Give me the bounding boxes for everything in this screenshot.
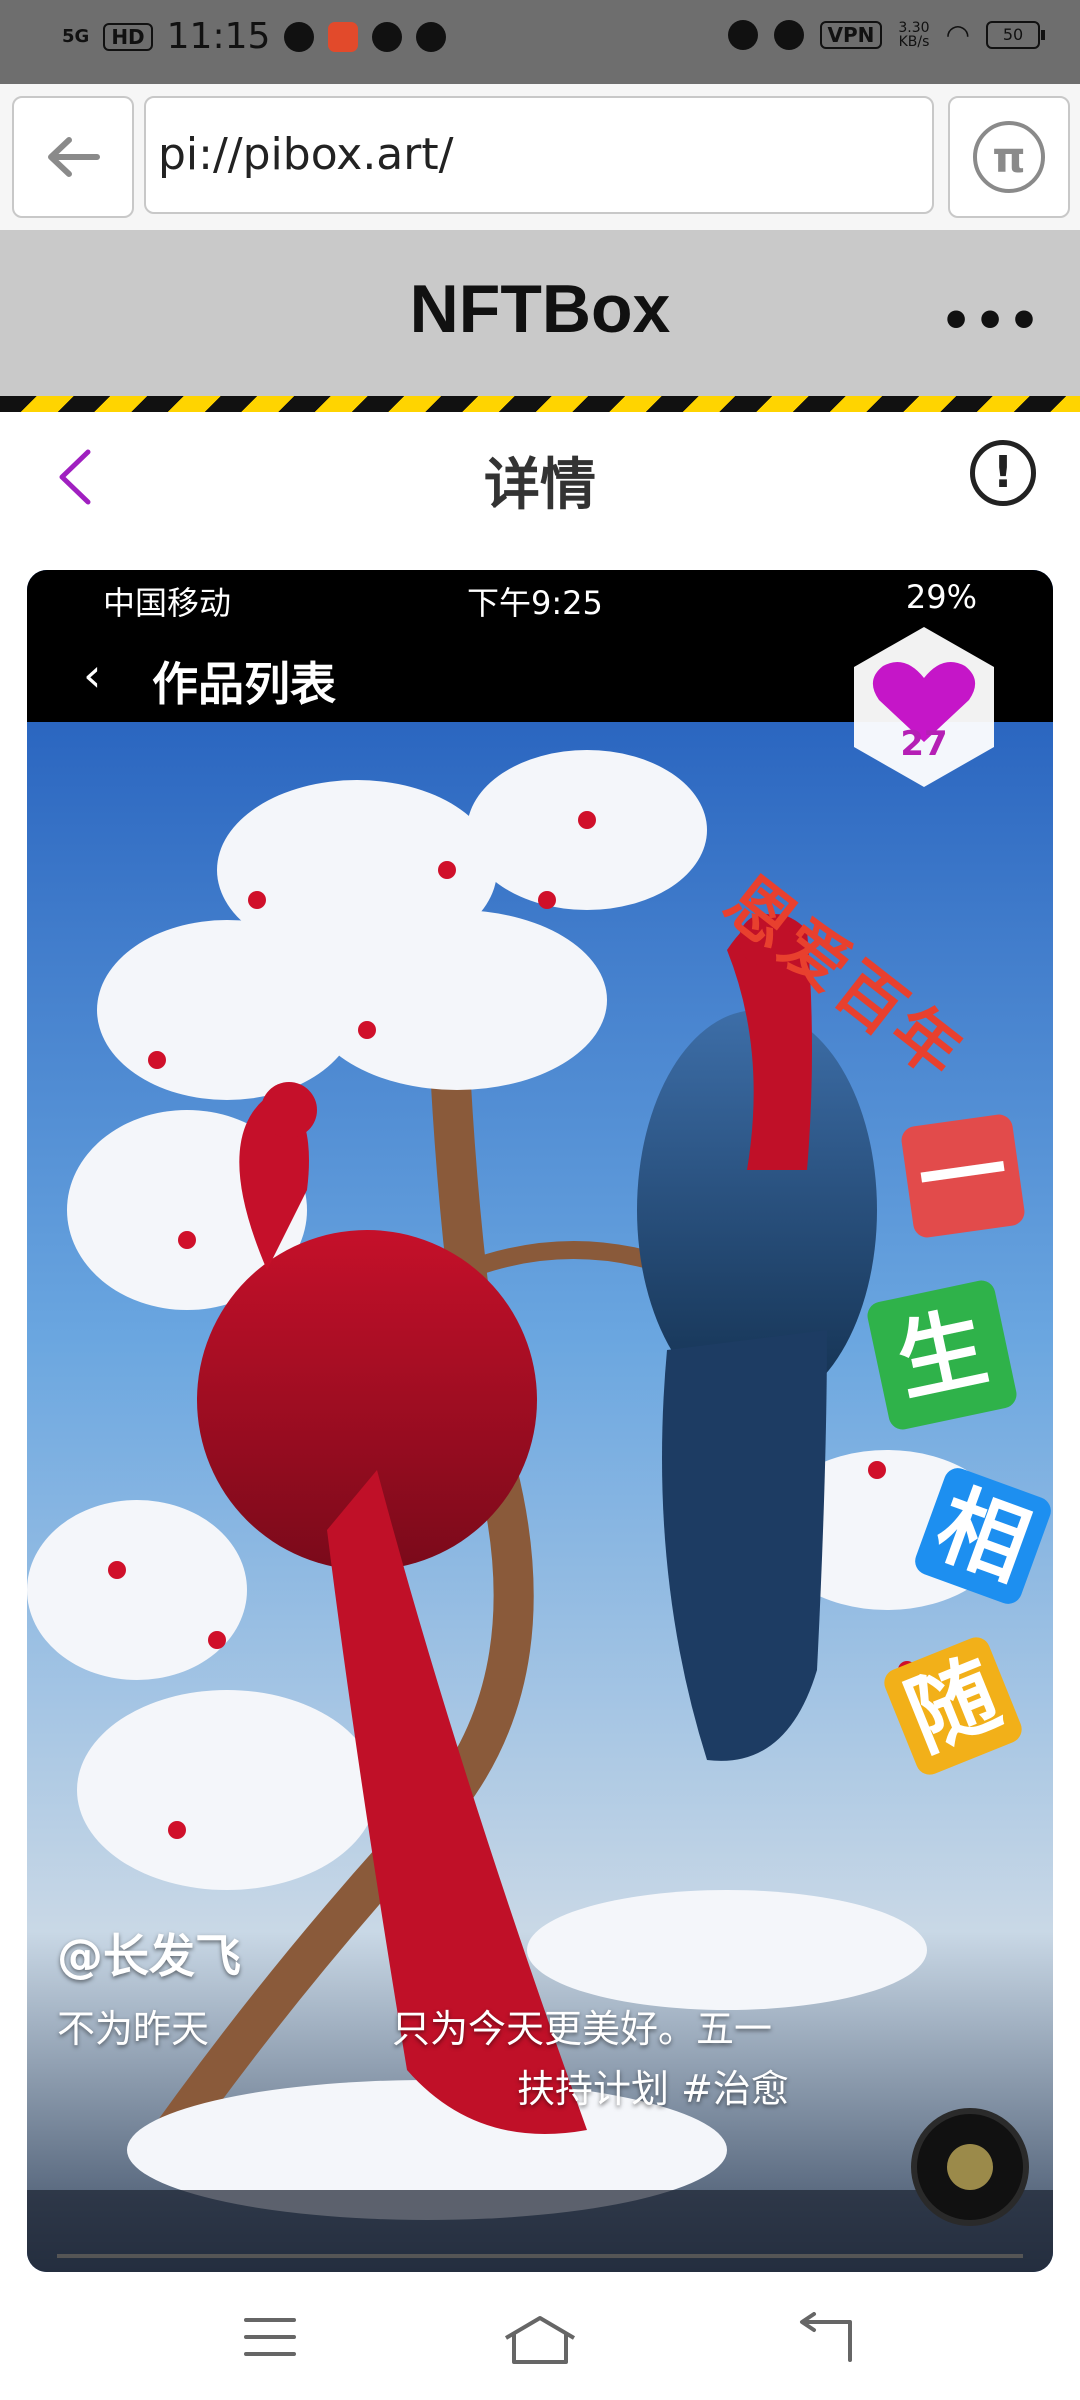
browser-url-bar: pi://pibox.art/ π: [0, 84, 1080, 231]
video-progress-bar: [57, 2254, 1023, 2258]
hd-indicator: HD: [103, 22, 153, 51]
tile-yi: 一: [899, 1112, 1027, 1240]
mute-icon: [773, 19, 804, 50]
return-icon[interactable]: [790, 2312, 860, 2368]
app-notification-icon: [328, 21, 359, 52]
status-bar: 5G HD 11:15 VPN 3.30 KB/s ◠ 50: [0, 0, 1080, 84]
status-right: VPN 3.30 KB/s ◠ 50: [727, 18, 1045, 51]
screenshot-status-bar: 中国移动 下午9:25 29%: [27, 570, 1053, 626]
author-handle: @长发飞: [57, 1929, 241, 1983]
browser-notification-icon: [416, 21, 447, 52]
page-header: 详情 !: [0, 412, 1080, 542]
page-title: 详情: [484, 453, 596, 518]
artwork-image[interactable]: 中国移动 下午9:25 29% ‹ 作品列表 27 恩爱百年 一 生 相 随 @…: [27, 570, 1053, 2272]
app-title: NFTBox: [409, 271, 671, 347]
description-line-3: 扶持计划 #治愈: [517, 2067, 789, 2111]
description-line-1: 不为昨天: [57, 2007, 210, 2051]
home-icon[interactable]: [500, 2312, 580, 2368]
network-speed: 3.30 KB/s: [898, 19, 930, 50]
inner-carrier: 中国移动: [103, 584, 232, 622]
tile-sheng: 生: [864, 1277, 1020, 1433]
media-icon: [372, 21, 403, 52]
wifi-icon: ◠: [945, 18, 970, 51]
browser-back-button[interactable]: [12, 96, 134, 218]
inner-battery: 29%: [905, 578, 977, 616]
alarm-icon: [727, 19, 758, 50]
clock: 11:15: [166, 16, 271, 57]
app-header: NFTBox •••: [0, 230, 1080, 396]
system-navigation-bar: [0, 2272, 1080, 2400]
like-count: 27: [900, 724, 948, 764]
inner-nav-title: 作品列表: [152, 657, 336, 711]
status-left: 5G HD 11:15: [62, 16, 447, 57]
url-input[interactable]: pi://pibox.art/: [144, 96, 934, 214]
menu-icon[interactable]: [240, 2312, 300, 2362]
like-button[interactable]: [839, 622, 1009, 792]
back-arrow-icon: [48, 137, 100, 177]
description-line-2: 只为今天更美好。五一: [392, 2007, 773, 2051]
notification-icon: [284, 21, 315, 52]
pi-browser-button[interactable]: π: [948, 96, 1070, 218]
more-menu-button[interactable]: •••: [940, 292, 1042, 350]
hazard-stripe-divider: [0, 396, 1080, 412]
inner-back-icon: ‹: [83, 648, 102, 702]
inner-time: 下午9:25: [467, 584, 603, 622]
pi-browser-icon: π: [973, 121, 1045, 193]
report-info-button[interactable]: !: [970, 440, 1036, 506]
battery-indicator: 50: [986, 20, 1045, 49]
vpn-indicator: VPN: [819, 20, 883, 49]
music-disc-icon: [911, 2108, 1029, 2226]
network-indicator: 5G: [62, 25, 90, 47]
